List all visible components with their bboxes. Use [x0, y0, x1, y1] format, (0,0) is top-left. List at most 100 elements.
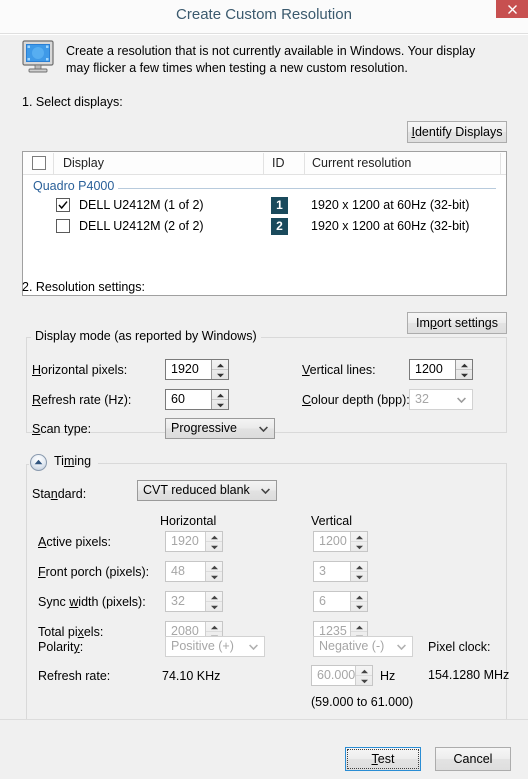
total-pixels-label: Total pixels:: [38, 625, 103, 639]
spinner-down[interactable]: [356, 676, 372, 686]
timing-expander-button[interactable]: [30, 454, 47, 471]
chevron-up-icon: [211, 595, 218, 600]
sync-width-horizontal-spinner[interactable]: 32: [165, 591, 223, 612]
spinner-up[interactable]: [206, 592, 222, 602]
accel-char: V: [302, 363, 310, 377]
step-2-label: 2. Resolution settings:: [22, 280, 145, 294]
spinner-down[interactable]: [351, 572, 367, 582]
display-list[interactable]: Display ID Current resolution Quadro P40…: [22, 151, 507, 296]
spinner-buttons[interactable]: [205, 562, 222, 581]
front-porch-vertical-spinner[interactable]: 3: [313, 561, 368, 582]
spinner-down[interactable]: [351, 542, 367, 552]
label-rest: dard:: [57, 487, 87, 501]
vertical-lines-value: 1200: [415, 362, 443, 376]
chevron-down-icon: [361, 679, 368, 684]
spinner-up[interactable]: [206, 622, 222, 632]
spinner-down[interactable]: [206, 572, 222, 582]
refresh-rate-value: 60: [171, 392, 185, 406]
spinner-buttons[interactable]: [211, 390, 228, 409]
spinner-buttons[interactable]: [350, 562, 367, 581]
accel-char: m: [63, 454, 75, 468]
horizontal-pixels-spinner[interactable]: 1920: [165, 359, 229, 380]
spinner-up[interactable]: [456, 360, 472, 370]
spinner-up[interactable]: [212, 360, 228, 370]
accel-char: F: [38, 565, 46, 579]
chevron-down-icon: [356, 575, 363, 580]
display-id-badge: 2: [271, 218, 288, 235]
import-settings-button[interactable]: Import settings: [407, 312, 507, 334]
display-current-resolution: 1920 x 1200 at 60Hz (32-bit): [311, 198, 470, 212]
spinner-down[interactable]: [456, 370, 472, 380]
spinner-down[interactable]: [351, 602, 367, 612]
spinner-buttons[interactable]: [350, 592, 367, 611]
chevron-up-icon: [361, 669, 368, 674]
label-pre: Sta: [32, 487, 51, 501]
polarity-horizontal-dropdown[interactable]: Positive (+): [165, 636, 265, 657]
display-checkbox[interactable]: [56, 198, 70, 212]
label-rest: can type:: [40, 422, 92, 436]
table-row[interactable]: DELL U2412M (2 of 2) 2 1920 x 1200 at 60…: [23, 217, 506, 237]
front-porch-vertical-value: 3: [319, 564, 326, 578]
spinner-down[interactable]: [212, 370, 228, 380]
close-button[interactable]: [496, 0, 528, 18]
spinner-up[interactable]: [212, 390, 228, 400]
column-divider: [53, 153, 54, 174]
identify-displays-label: dentify Displays: [414, 125, 503, 139]
spinner-buttons[interactable]: [455, 360, 472, 379]
spinner-down[interactable]: [212, 400, 228, 410]
spinner-up[interactable]: [206, 532, 222, 542]
dialog-description: Create a resolution that is not currentl…: [66, 44, 476, 75]
cancel-button[interactable]: Cancel: [435, 747, 511, 771]
spinner-up[interactable]: [351, 622, 367, 632]
timing-standard-dropdown[interactable]: CVT reduced blank: [137, 480, 277, 501]
select-all-checkbox[interactable]: [32, 156, 46, 170]
timing-rule: [98, 463, 507, 464]
scan-type-value: Progressive: [171, 421, 237, 435]
active-pixels-horizontal-spinner[interactable]: 1920: [165, 531, 223, 552]
accel-char: n: [50, 487, 58, 501]
scan-type-dropdown[interactable]: Progressive: [165, 418, 275, 439]
chevron-up-icon: [217, 363, 224, 368]
spinner-buttons[interactable]: [211, 360, 228, 379]
spinner-buttons[interactable]: [205, 532, 222, 551]
dialog-body: Create a resolution that is not currentl…: [0, 34, 528, 779]
chevron-up-icon: [461, 363, 468, 368]
active-pixels-vertical-spinner[interactable]: 1200: [313, 531, 368, 552]
spinner-up[interactable]: [351, 532, 367, 542]
display-mode-group-title: Display mode (as reported by Windows): [31, 329, 261, 343]
sync-width-vertical-spinner[interactable]: 6: [313, 591, 368, 612]
adapter-group-label: Quadro P4000: [33, 179, 119, 193]
spinner-buttons[interactable]: [355, 666, 372, 685]
column-header-vertical: Vertical: [311, 514, 352, 528]
identify-displays-button[interactable]: Identify Displays: [407, 121, 507, 143]
column-header-id: ID: [272, 156, 285, 170]
table-row[interactable]: DELL U2412M (1 of 2) 1 1920 x 1200 at 60…: [23, 196, 506, 216]
display-checkbox[interactable]: [56, 219, 70, 233]
spinner-up[interactable]: [351, 592, 367, 602]
test-button[interactable]: Test: [345, 747, 421, 771]
chevron-up-icon: [356, 565, 363, 570]
spinner-down[interactable]: [206, 602, 222, 612]
spinner-buttons[interactable]: [205, 592, 222, 611]
sync-width-horizontal-value: 32: [171, 594, 185, 608]
colour-depth-dropdown[interactable]: 32: [409, 389, 473, 410]
timing-refresh-rate-value: 60.000: [317, 668, 356, 682]
spinner-up[interactable]: [206, 562, 222, 572]
column-divider: [263, 153, 264, 174]
vertical-lines-spinner[interactable]: 1200: [409, 359, 473, 380]
spinner-up[interactable]: [356, 666, 372, 676]
label-rest: efresh rate (Hz):: [41, 393, 132, 407]
spinner-buttons[interactable]: [350, 532, 367, 551]
polarity-vertical-dropdown[interactable]: Negative (-): [313, 636, 413, 657]
timing-refresh-rate-spinner[interactable]: 60.000: [311, 665, 373, 686]
column-header-horizontal: Horizontal: [160, 514, 217, 528]
chevron-down-icon: [249, 644, 258, 650]
pixel-clock-value: 154.1280 MHz: [428, 668, 510, 682]
spinner-up[interactable]: [351, 562, 367, 572]
chevron-up-circle-icon: [34, 459, 43, 465]
refresh-rate-spinner[interactable]: 60: [165, 389, 229, 410]
front-porch-horizontal-spinner[interactable]: 48: [165, 561, 223, 582]
chevron-up-icon: [356, 625, 363, 630]
spinner-down[interactable]: [206, 542, 222, 552]
polarity-vertical-value: Negative (-): [319, 639, 385, 653]
